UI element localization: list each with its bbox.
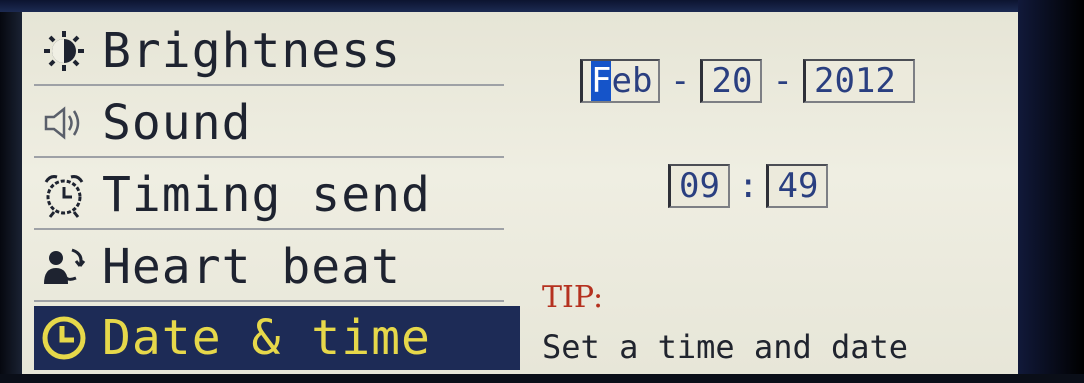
minute-value: 49	[777, 166, 819, 206]
device-bezel-top	[0, 0, 1084, 12]
heartbeat-person-icon	[34, 237, 94, 297]
month-value: eb	[611, 61, 653, 101]
alarm-clock-icon	[34, 165, 94, 225]
tip-text: Set a time and date	[542, 328, 909, 366]
day-value: 20	[711, 61, 753, 101]
lcd-screen: Brightness Sound Timing send Heart beat …	[22, 12, 1018, 374]
menu-item-label: Timing send	[102, 167, 431, 223]
settings-menu: Brightness Sound Timing send Heart beat …	[34, 12, 520, 374]
year-value: 2012	[813, 61, 896, 101]
month-field[interactable]: Feb	[580, 59, 660, 103]
menu-item-sound[interactable]: Sound	[34, 88, 520, 158]
menu-item-label: Brightness	[102, 23, 401, 79]
menu-item-brightness[interactable]: Brightness	[34, 16, 520, 86]
tip-title: TIP:	[542, 280, 604, 315]
menu-item-label: Sound	[102, 95, 252, 151]
menu-item-label: Date & time	[102, 310, 431, 366]
menu-divider	[34, 84, 504, 86]
clock-icon	[34, 308, 94, 368]
device-bezel-bottom	[0, 374, 1084, 383]
device-bezel-left	[0, 0, 22, 383]
menu-divider	[34, 228, 504, 230]
minute-field[interactable]: 49	[766, 164, 829, 208]
time-editor: 09 : 49	[668, 164, 829, 208]
menu-item-timing-send[interactable]: Timing send	[34, 160, 520, 230]
menu-divider	[34, 300, 504, 302]
day-field[interactable]: 20	[700, 59, 763, 103]
menu-item-label: Heart beat	[102, 239, 401, 295]
menu-item-heart-beat[interactable]: Heart beat	[34, 232, 520, 302]
date-separator: -	[670, 61, 691, 101]
date-separator: -	[772, 61, 793, 101]
brightness-icon	[34, 21, 94, 81]
device-bezel-right	[1018, 0, 1084, 383]
menu-item-date-time[interactable]: Date & time	[34, 306, 520, 370]
year-field[interactable]: 2012	[802, 59, 915, 103]
date-editor: Feb - 20 - 2012	[580, 56, 915, 106]
speaker-icon	[34, 93, 94, 153]
hour-field[interactable]: 09	[668, 164, 730, 208]
time-separator: :	[738, 166, 759, 206]
edit-cursor: F	[591, 61, 612, 101]
hour-value: 09	[679, 166, 720, 206]
menu-divider	[34, 156, 504, 158]
